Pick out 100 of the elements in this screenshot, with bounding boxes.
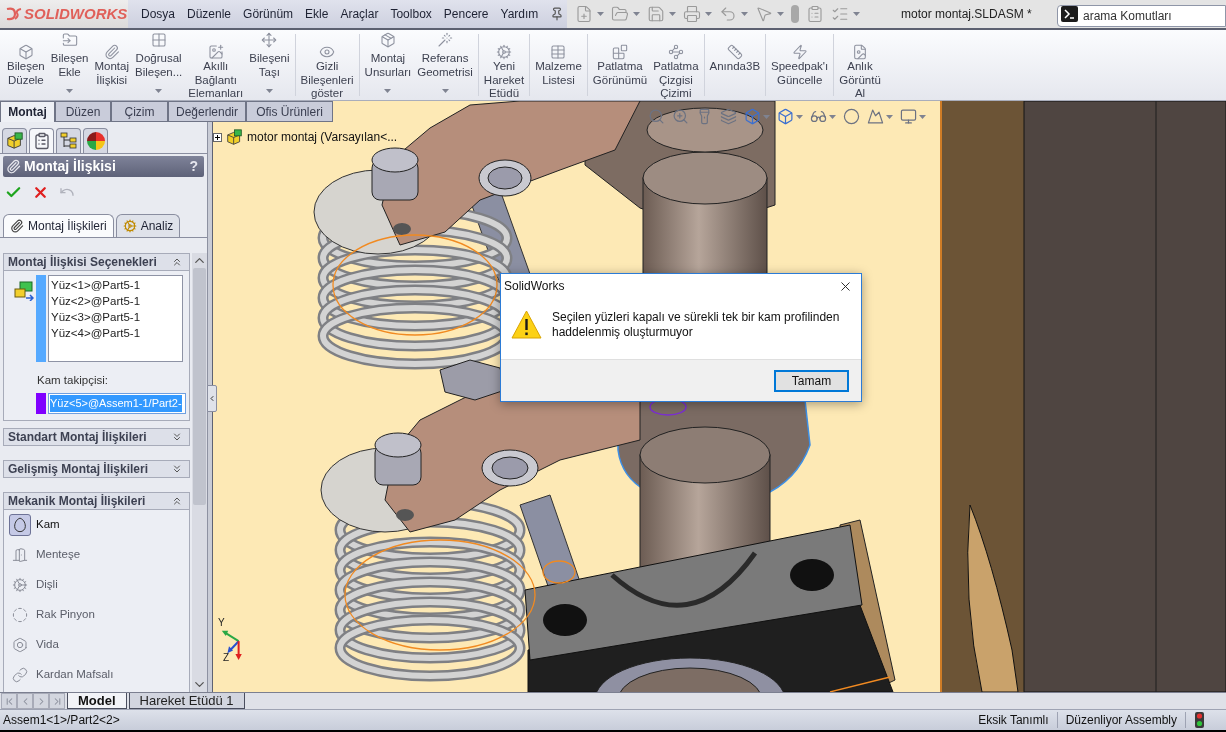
ribbon-button[interactable]: Montaj Unsurları (361, 30, 415, 93)
manager-tab[interactable] (29, 128, 54, 153)
cubes-icon (5, 132, 24, 150)
ribbon-tab[interactable]: Ofis Ürünleri (246, 101, 333, 122)
caret-icon[interactable] (597, 12, 604, 16)
ribbon-tab[interactable]: Düzen (55, 101, 111, 122)
scrollbar[interactable] (192, 253, 207, 692)
caret-icon[interactable] (853, 12, 860, 16)
section-header[interactable]: Gelişmiş Montaj İlişkileri (3, 460, 190, 478)
cube-icon[interactable] (744, 108, 761, 125)
ribbon-button[interactable]: Doğrusal Bileşen... (131, 30, 186, 101)
pin-icon[interactable] (550, 7, 565, 21)
section-header[interactable]: Standart Montaj İlişkileri (3, 428, 190, 446)
ribbon-button[interactable]: Akıllı Bağlantı Elemanları (185, 30, 247, 101)
ribbon-button[interactable]: Bileşen Ekle (47, 30, 92, 101)
box-icon (17, 44, 34, 60)
ribbon-button[interactable]: Speedpak'ı Güncelle (768, 30, 832, 87)
list-item[interactable]: Yüz<3>@Part5-1 (51, 309, 180, 325)
mate-type-item[interactable]: Vida (4, 630, 189, 660)
caret-icon[interactable] (919, 114, 926, 119)
move-icon (261, 32, 278, 48)
ribbon-button[interactable]: Patlatma Görünümü (589, 30, 651, 101)
section-header[interactable]: Montaj İlişkisi Seçenekleri (3, 253, 190, 271)
expand-icon[interactable] (213, 132, 222, 142)
manager-tab[interactable] (2, 128, 27, 153)
ribbon-button[interactable]: Montaj İlişkisi (91, 30, 132, 101)
manager-tab[interactable] (56, 128, 81, 153)
ribbon-button[interactable]: Referans Geometrisi (414, 30, 476, 93)
ribbon-tab[interactable]: Montaj (0, 101, 55, 122)
mate-type-item[interactable]: Kardan Mafsalı (4, 660, 189, 690)
mate-type-item[interactable]: Kam (4, 510, 189, 540)
caret-icon[interactable] (886, 114, 893, 119)
selection-list[interactable]: Yüz<1>@Part5-1 Yüz<2>@Part5-1 Yüz<3>@Part5-1 Yüz<4>@Part5-1 (48, 275, 183, 362)
tab-scroll-button[interactable] (17, 693, 33, 709)
help-button[interactable]: ? (189, 156, 198, 177)
search-icon[interactable] (648, 108, 665, 125)
dialog-title: SolidWorks (504, 278, 565, 295)
panel-tab[interactable]: Montaj İlişkileri (3, 214, 114, 237)
scrollbar-thumb[interactable] (193, 268, 206, 505)
list-item[interactable]: Yüz<1>@Part5-1 (51, 277, 180, 293)
glasses-icon[interactable] (810, 108, 827, 125)
capsule-icon[interactable] (791, 5, 799, 23)
caret-icon[interactable] (829, 114, 836, 119)
ribbon-button[interactable]: Bileşen Düzele (4, 30, 48, 101)
printer-icon[interactable] (683, 5, 701, 23)
caret-icon[interactable] (796, 114, 803, 119)
layers-icon[interactable] (720, 108, 737, 125)
list-item[interactable]: Yüz<2>@Part5-1 (51, 293, 180, 309)
mate-type-item[interactable]: Rak Pinyon (4, 600, 189, 630)
menu-item[interactable]: Araçlar (334, 5, 385, 23)
menu-item[interactable]: Görünüm (237, 5, 300, 23)
menu-item[interactable]: Düzenle (181, 5, 238, 23)
panel-collapse-handle[interactable] (207, 385, 217, 412)
menu-item[interactable]: Dosya (135, 5, 181, 23)
menu-item[interactable]: Ekle (299, 5, 335, 23)
ribbon-tab[interactable]: Çizim (111, 101, 168, 122)
mate-type-item[interactable]: Menteşe (4, 540, 189, 570)
ribbon-tab[interactable]: Değerlendir (168, 101, 246, 122)
tab-scroll-button[interactable] (1, 693, 17, 709)
manager-tab[interactable] (83, 128, 108, 153)
monitor-icon[interactable] (900, 108, 917, 125)
ribbon-button[interactable]: Malzeme Listesi (532, 30, 585, 87)
panel-tab[interactable]: Analiz (115, 214, 181, 237)
mate-type-item[interactable]: Dişli (4, 570, 189, 600)
tab-scroll-button[interactable] (33, 693, 49, 709)
ribbon-button[interactable]: Patlatma Çizgisi Çizimi (650, 30, 702, 101)
cube-icon[interactable] (777, 108, 794, 125)
mountain-icon[interactable] (867, 108, 884, 125)
undo-icon[interactable] (719, 5, 737, 23)
dialog-button[interactable]: Tamam (774, 369, 849, 392)
new-file-icon[interactable] (575, 5, 593, 23)
ribbon-button[interactable]: Anında3B (706, 30, 764, 74)
link-icon (12, 667, 28, 683)
pointer-icon[interactable] (755, 5, 773, 23)
caret-icon[interactable] (669, 12, 676, 16)
tab-scroll-button[interactable] (49, 693, 65, 709)
clipboard-icon[interactable] (806, 5, 824, 23)
eye-icon (319, 44, 336, 60)
model-tab[interactable]: Model (67, 693, 127, 709)
menu-item[interactable]: Toolbox (384, 5, 438, 23)
caret-icon[interactable] (777, 12, 784, 16)
section-header[interactable]: Mekanik Montaj İlişkileri (3, 492, 190, 510)
menu-item[interactable]: Pencere (437, 5, 495, 23)
save-icon[interactable] (647, 5, 665, 23)
caret-icon[interactable] (741, 12, 748, 16)
folder-icon[interactable] (611, 5, 629, 23)
checklist-icon[interactable] (831, 5, 849, 23)
search-field[interactable]: arama Komutları (1057, 5, 1226, 27)
ribbon-button[interactable]: Gizli Bileşenleri göster (297, 30, 357, 101)
model-tab[interactable]: Hareket Etüdü 1 (128, 693, 245, 709)
menu-item[interactable]: Yardım (494, 5, 545, 23)
ribbon-button[interactable]: Bileşeni Taşı (246, 30, 293, 101)
caret-icon[interactable] (633, 12, 640, 16)
list-item[interactable]: Yüz<4>@Part5-1 (51, 325, 180, 341)
tree-item[interactable]: motor montaj (Varsayılan<... (247, 128, 398, 146)
ribbon-button[interactable]: Yeni Hareket Etüdü (480, 30, 528, 101)
ribbon-button[interactable]: Anlık Görüntü Al (836, 30, 884, 101)
zoom-in-icon[interactable] (672, 108, 689, 125)
sphere-icon[interactable] (843, 108, 860, 125)
caret-icon[interactable] (705, 12, 712, 16)
